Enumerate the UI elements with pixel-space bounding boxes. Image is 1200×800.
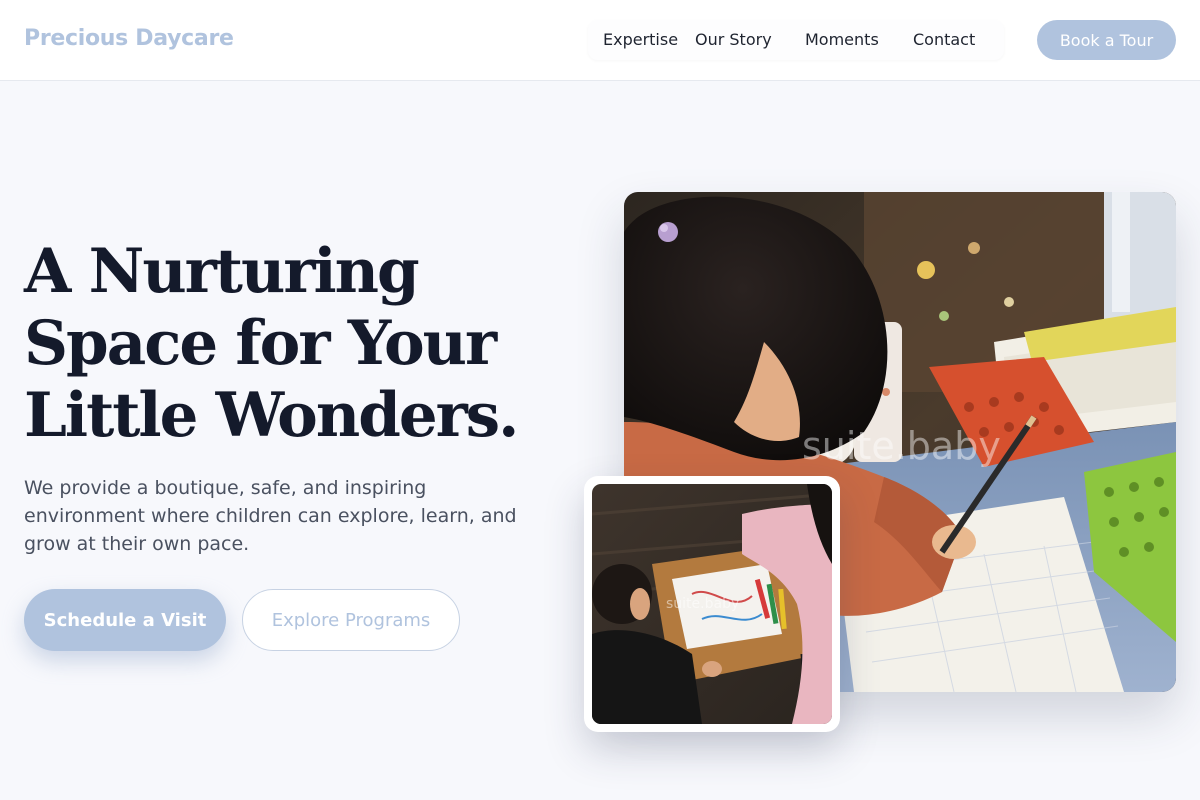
site-header: Precious Daycare Expertise Our Story Mom… bbox=[0, 0, 1200, 81]
nav-link-expertise[interactable]: Expertise bbox=[603, 30, 678, 49]
hero-headline: A Nurturing Space for Your Little Wonder… bbox=[24, 236, 584, 452]
main-nav: Expertise Our Story Moments Contact bbox=[588, 20, 1004, 60]
headline-line-1: A Nurturing bbox=[24, 236, 420, 307]
hero-photo-secondary-frame: suite.baby bbox=[584, 476, 840, 732]
logo-text[interactable]: Precious Daycare bbox=[24, 26, 234, 51]
nav-link-contact[interactable]: Contact bbox=[913, 30, 975, 49]
book-tour-button[interactable]: Book a Tour bbox=[1037, 20, 1176, 60]
nav-link-our-story[interactable]: Our Story bbox=[695, 30, 772, 49]
photo-watermark-small: suite.baby bbox=[666, 596, 740, 612]
schedule-visit-button[interactable]: Schedule a Visit bbox=[24, 589, 226, 651]
nav-link-moments[interactable]: Moments bbox=[805, 30, 879, 49]
hero-description: We provide a boutique, safe, and inspiri… bbox=[24, 477, 517, 555]
explore-programs-button[interactable]: Explore Programs bbox=[242, 589, 460, 651]
hero-photo-secondary: suite.baby bbox=[592, 484, 832, 724]
headline-line-2: Space for Your bbox=[24, 308, 497, 379]
headline-line-3: Little Wonders. bbox=[24, 380, 519, 451]
photo-watermark: suite.baby bbox=[802, 424, 1001, 468]
